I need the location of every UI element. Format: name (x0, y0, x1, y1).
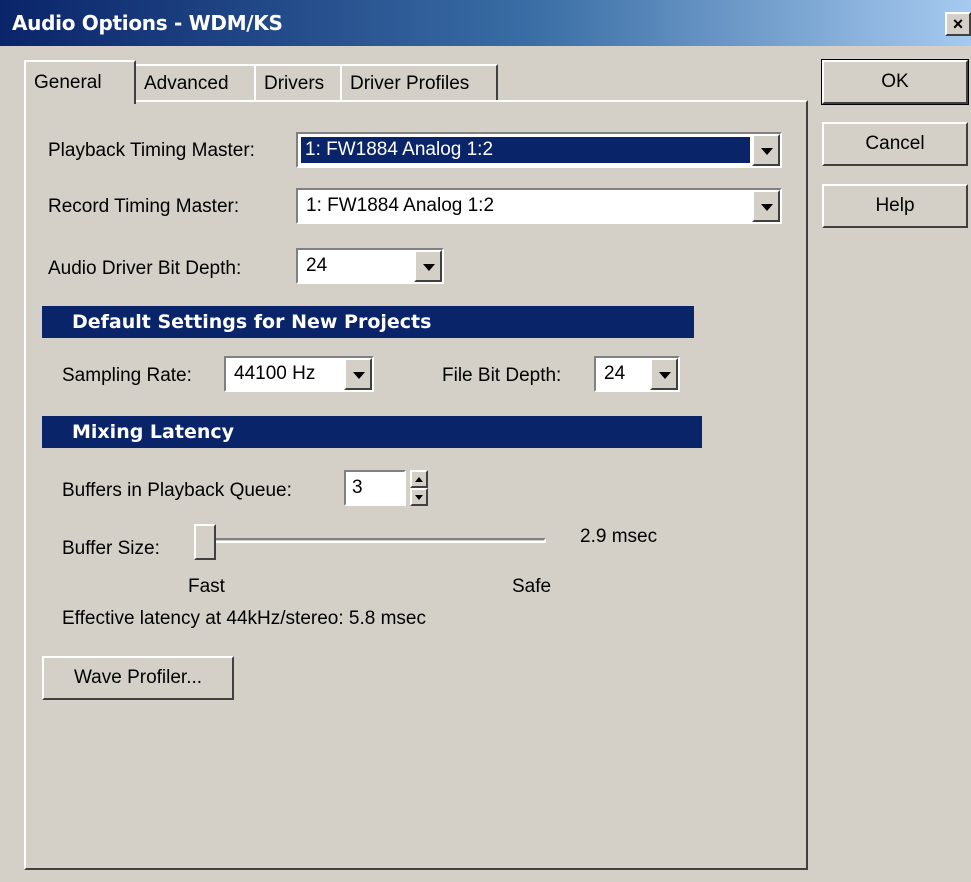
wave-profiler-button[interactable]: Wave Profiler... (42, 656, 234, 700)
cancel-label: Cancel (865, 133, 925, 154)
spin-up-button[interactable] (410, 470, 428, 488)
slider-max-label: Safe (512, 576, 552, 597)
wave-profiler-label: Wave Profiler... (73, 667, 203, 688)
chevron-down-icon (761, 148, 773, 155)
tab-driver-profiles[interactable]: Driver Profiles (340, 64, 498, 102)
tab-driver-profiles-label: Driver Profiles (350, 73, 470, 94)
close-icon: × (952, 14, 964, 34)
cancel-button[interactable]: Cancel (822, 122, 968, 166)
file-bit-depth-value: 24 (604, 363, 626, 384)
record-timing-select[interactable]: 1: FW1884 Analog 1:2 (296, 188, 782, 224)
file-bit-depth-select[interactable]: 24 (594, 356, 680, 392)
slider-min-label: Fast (188, 576, 225, 597)
slider-track (202, 538, 546, 543)
record-dropdown-button[interactable] (752, 190, 780, 222)
file-bit-depth-dropdown-button[interactable] (650, 358, 678, 390)
tab-drivers[interactable]: Drivers (254, 64, 342, 102)
effective-latency-text: Effective latency at 44kHz/stereo: 5.8 m… (62, 608, 426, 629)
buffers-spinner[interactable] (410, 470, 428, 506)
record-timing-label: Record Timing Master: (48, 196, 240, 217)
bit-depth-select[interactable]: 24 (296, 248, 444, 284)
chevron-down-icon (353, 372, 365, 379)
buffers-value: 3 (352, 477, 363, 498)
close-button[interactable]: × (945, 12, 971, 36)
mixing-latency-header: Mixing Latency (42, 416, 702, 448)
tab-advanced[interactable]: Advanced (134, 64, 256, 102)
tab-general-label: General (34, 72, 102, 93)
tab-general[interactable]: General (24, 60, 136, 104)
sampling-rate-dropdown-button[interactable] (344, 358, 372, 390)
chevron-down-icon (415, 495, 423, 500)
sampling-rate-select[interactable]: 44100 Hz (224, 356, 374, 392)
tab-advanced-label: Advanced (144, 73, 229, 94)
ok-label: OK (881, 71, 909, 92)
ok-button[interactable]: OK (821, 59, 969, 105)
buffer-size-label: Buffer Size: (62, 538, 160, 559)
tab-drivers-label: Drivers (264, 73, 325, 94)
chevron-up-icon (415, 477, 423, 482)
bit-depth-label: Audio Driver Bit Depth: (48, 258, 242, 279)
bit-depth-value: 24 (306, 255, 328, 276)
general-panel: Playback Timing Master: 1: FW1884 Analog… (24, 100, 808, 870)
window-title: Audio Options - WDM/KS (12, 11, 283, 35)
help-label: Help (875, 195, 915, 216)
buffers-label: Buffers in Playback Queue: (62, 480, 292, 501)
tab-strip: General Advanced Drivers Driver Profiles (24, 60, 504, 104)
spin-down-button[interactable] (410, 488, 428, 506)
buffer-size-slider[interactable] (194, 522, 554, 562)
bit-depth-dropdown-button[interactable] (414, 250, 442, 282)
sampling-rate-label: Sampling Rate: (62, 365, 192, 386)
slider-thumb[interactable] (194, 524, 216, 560)
playback-timing-value: 1: FW1884 Analog 1:2 (300, 136, 751, 164)
buffer-size-value: 2.9 msec (580, 526, 658, 547)
chevron-down-icon (761, 204, 773, 211)
chevron-down-icon (659, 372, 671, 379)
sampling-rate-value: 44100 Hz (234, 363, 316, 384)
default-settings-header: Default Settings for New Projects (42, 306, 694, 338)
title-bar: Audio Options - WDM/KS (0, 0, 971, 46)
file-bit-depth-label: File Bit Depth: (442, 365, 562, 386)
chevron-down-icon (423, 264, 435, 271)
record-timing-value: 1: FW1884 Analog 1:2 (306, 195, 495, 216)
buffers-input[interactable]: 3 (344, 470, 406, 506)
help-button[interactable]: Help (822, 184, 968, 228)
playback-dropdown-button[interactable] (752, 134, 780, 166)
playback-timing-select[interactable]: 1: FW1884 Analog 1:2 (296, 132, 782, 168)
playback-timing-label: Playback Timing Master: (48, 140, 255, 161)
